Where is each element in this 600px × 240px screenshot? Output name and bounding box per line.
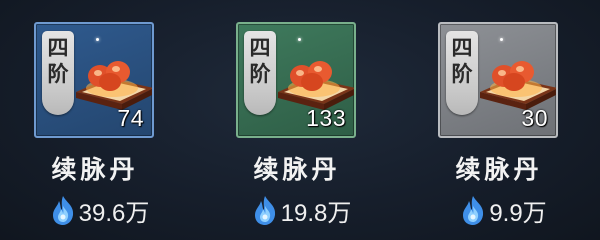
item-price: 9.9万 (489, 199, 547, 227)
item-price-row: 39.6万 (34, 192, 164, 228)
sparkle-icon (96, 38, 99, 41)
blue-flame-currency-icon (52, 196, 73, 225)
item-price: 39.6万 (78, 199, 150, 227)
item-name: 续脉丹 (455, 155, 543, 184)
item-price-row: 9.9万 (438, 192, 568, 228)
tier-char: 阶 (451, 61, 473, 86)
tier-badge: 四 阶 (244, 31, 276, 115)
tier-char: 阶 (47, 61, 69, 86)
tier-char: 四 (451, 35, 473, 60)
item-slot[interactable]: 四 阶 133 (236, 22, 356, 138)
tier-char: 四 (249, 35, 271, 60)
item-slot[interactable]: 四 阶 74 (34, 22, 154, 138)
item-card[interactable]: 四 阶 30 续脉丹 9.9万 (438, 22, 562, 232)
item-grid: 四 阶 74 续脉丹 39.6万 四 阶 133 续脉丹 19.8万 四 阶 3… (0, 0, 600, 240)
item-quantity: 30 (521, 105, 548, 131)
item-slot[interactable]: 四 阶 30 (438, 22, 558, 138)
blue-flame-currency-icon (463, 196, 484, 225)
tier-badge: 四 阶 (42, 31, 74, 115)
item-price: 19.8万 (280, 199, 352, 227)
tier-badge: 四 阶 (446, 31, 478, 115)
sparkle-icon (298, 38, 301, 41)
sparkle-icon (500, 38, 503, 41)
item-quantity: 74 (117, 105, 144, 131)
item-name: 续脉丹 (253, 155, 341, 184)
tier-char: 阶 (249, 61, 271, 86)
item-name: 续脉丹 (51, 155, 139, 184)
item-quantity: 133 (306, 105, 346, 131)
item-card[interactable]: 四 阶 74 续脉丹 39.6万 (34, 22, 158, 232)
item-price-row: 19.8万 (236, 192, 366, 228)
tier-char: 四 (47, 35, 69, 60)
item-card[interactable]: 四 阶 133 续脉丹 19.8万 (236, 22, 360, 232)
blue-flame-currency-icon (254, 196, 275, 225)
